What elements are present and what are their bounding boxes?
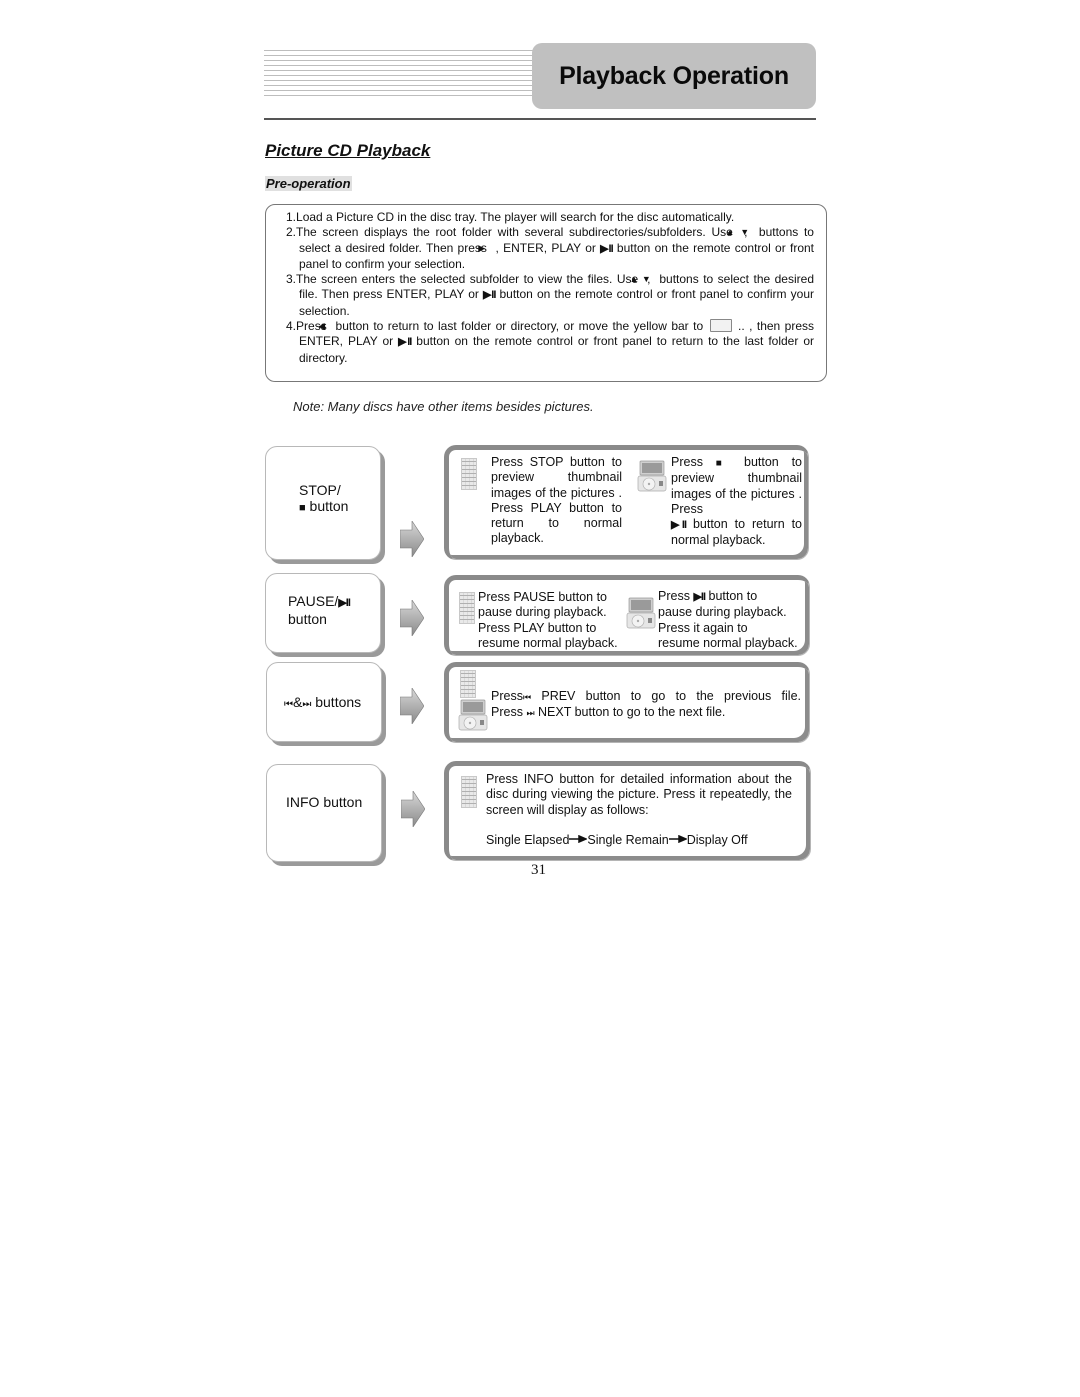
pause-player-line: Press it again to <box>658 620 748 635</box>
section-title: Picture CD Playback <box>265 141 431 160</box>
info-key-box: INFO button <box>266 764 382 862</box>
remote-control-icon <box>461 458 477 490</box>
pause-key-label: PAUSE/ <box>288 593 339 609</box>
pause-remote-line: pause during playback. <box>478 605 607 620</box>
pause-key-box: PAUSE/▶II button <box>265 573 381 653</box>
stop-key-label-2: button <box>305 498 349 514</box>
play-pause-icon: ▶II <box>483 289 496 302</box>
folder-icon <box>709 319 732 333</box>
next-icon: ⏭ <box>526 708 535 719</box>
arrow-right-icon <box>668 835 687 843</box>
prev-line-text: Press <box>491 689 523 703</box>
header-divider <box>264 118 816 120</box>
info-mode-1: Single Elapsed <box>486 833 570 847</box>
stop-player-text-1: Press <box>671 455 716 469</box>
arrow-right-icon <box>401 791 425 827</box>
stop-icon: ■ <box>299 502 306 514</box>
play-pause-icon: ▶II <box>671 519 687 532</box>
ampersand: & <box>293 694 303 710</box>
pause-player-line: button to <box>705 589 758 603</box>
stop-description-panel: Press STOP button to preview thumbnail i… <box>444 445 809 560</box>
info-mode-3: Display Off <box>686 833 748 847</box>
pause-key-label-2: button <box>288 611 327 627</box>
stop-remote-text: Press STOP button to preview thumbnail i… <box>491 455 622 546</box>
next-icon: ⏭ <box>302 699 312 710</box>
pause-player-line: Press <box>658 589 694 603</box>
note-text: Note: Many discs have other items beside… <box>293 399 594 414</box>
pause-description-panel: Press PAUSE button to pause during playb… <box>444 575 810 656</box>
pre-operation-steps: 1.Load a Picture CD in the disc tray. Th… <box>286 210 814 366</box>
page-title: Playback Operation <box>559 61 789 90</box>
arrow-right-icon <box>400 688 424 724</box>
step-text: Press <box>296 319 332 334</box>
prev-next-text: Press⏮ PREV button to go to the previous… <box>491 689 801 722</box>
prev-next-description-panel: Press⏮ PREV button to go to the previous… <box>444 662 810 743</box>
info-key-label: INFO button <box>286 794 363 810</box>
pause-remote-line: Press PLAY button to <box>478 620 597 635</box>
subsection-title: Pre-operation <box>265 176 352 191</box>
pre-operation-box: 1.Load a Picture CD in the disc tray. Th… <box>265 204 827 382</box>
step-text: , ENTER, PLAY or <box>491 240 601 255</box>
step-number: 3. <box>286 272 297 287</box>
prev-next-key-label: buttons <box>311 694 362 710</box>
page-number: 31 <box>531 862 546 878</box>
portable-player-icon <box>637 460 667 492</box>
stop-player-text: Press ■ button to preview thumbnail imag… <box>671 455 802 549</box>
pause-player-line: pause during playback. <box>658 605 787 620</box>
step-number: 4. <box>286 319 297 334</box>
prev-icon: ⏮ <box>522 692 532 702</box>
header-decorative-lines <box>264 50 536 100</box>
stop-icon: ■ <box>715 458 732 469</box>
info-mode-2: Single Remain <box>587 833 669 847</box>
step-text: The screen displays the root folder with… <box>296 225 739 240</box>
info-text: Press INFO button for detailed informati… <box>486 772 792 817</box>
pre-operation-step: 2.The screen displays the root folder wi… <box>286 225 814 271</box>
pause-remote-line: resume normal playback. <box>478 635 618 650</box>
step-number: 1. <box>286 210 297 224</box>
stop-key-label: STOP/ <box>299 482 341 498</box>
step-number: 2. <box>286 225 297 240</box>
portable-player-icon <box>626 597 656 629</box>
arrow-right-icon <box>569 835 588 843</box>
step-text: button to return to last folder or direc… <box>331 319 708 334</box>
portable-player-icon <box>458 699 488 731</box>
pre-operation-step: 3.The screen enters the selected subfold… <box>286 272 814 318</box>
pre-operation-step: 4.Press ◀ button to return to last folde… <box>286 319 814 365</box>
step-text: The screen enters the selected subfolder… <box>296 272 643 287</box>
pause-player-text: Press ▶II button to pause during playbac… <box>658 589 813 651</box>
next-line-text: Press <box>491 705 527 720</box>
header-tab: Playback Operation <box>532 43 816 109</box>
next-line-text: NEXT button to go to the next file. <box>534 705 726 720</box>
remote-control-icon <box>459 592 475 624</box>
arrow-right-icon <box>400 600 424 636</box>
play-pause-icon: ▶II <box>600 242 613 255</box>
pause-player-line: resume normal playback. <box>658 635 798 650</box>
remote-control-icon <box>460 670 476 698</box>
prev-line-text: PREV button to go to the previous file. <box>531 689 801 703</box>
arrow-right-icon <box>400 521 424 557</box>
pause-remote-text: Press PAUSE button to pause during playb… <box>478 590 638 651</box>
prev-next-key-box: ⏮&⏭ buttons <box>266 662 382 742</box>
pre-operation-step: 1.Load a Picture CD in the disc tray. Th… <box>286 210 814 225</box>
info-description-panel: Press INFO button for detailed informati… <box>444 761 811 861</box>
remote-control-icon <box>461 776 477 808</box>
play-pause-icon: ▶II <box>693 591 706 603</box>
play-pause-icon: ▶II <box>338 597 351 609</box>
play-pause-icon: ▶II <box>398 336 412 349</box>
info-sequence: Single Elapsed Single Remain Display Off <box>486 833 796 848</box>
prev-icon: ⏮ <box>284 699 293 710</box>
step-text: Load a Picture CD in the disc tray. The … <box>296 210 735 224</box>
stop-player-text-3: button to return to normal playback. <box>671 517 802 548</box>
stop-key-box: STOP/ ■ button <box>265 446 381 560</box>
pause-remote-line: Press PAUSE button to <box>478 590 607 604</box>
